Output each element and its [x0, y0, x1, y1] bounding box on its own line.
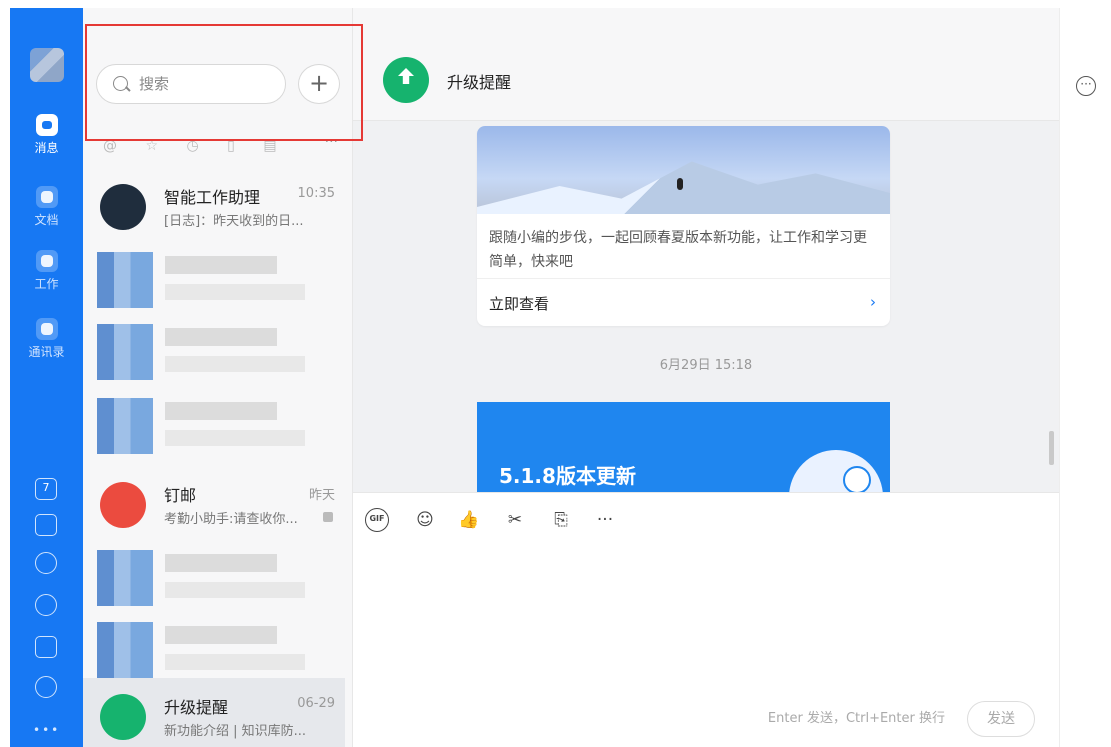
message-composer: GIF ☺ 👍 ✂ ⎘ ··· Enter 发送，Ctrl+Enter 换行 发… — [353, 492, 1059, 747]
chat-area: 升级提醒 跟随小编的步伐，一起回顾春夏版本新功能，让工作和学习更简单，快来吧 立… — [353, 8, 1059, 747]
file-button[interactable]: ⎘ — [549, 508, 573, 532]
nav-label-work: 工作 — [34, 277, 59, 291]
right-panel: ··· — [1059, 8, 1111, 747]
conversation-preview: [日志]：昨天收到的日... — [164, 214, 304, 229]
blurred-conversation[interactable] — [97, 542, 337, 612]
feature-card: 跟随小编的步伐，一起回顾春夏版本新功能，让工作和学习更简单，快来吧 立即查看 › — [477, 126, 890, 326]
like-button[interactable]: 👍 — [457, 508, 481, 532]
blurred-conversation[interactable] — [97, 614, 337, 684]
chat-scrollbar[interactable] — [1049, 431, 1054, 465]
chevron-right-icon: › — [870, 293, 876, 311]
share-icon[interactable] — [35, 676, 57, 698]
lightning-icon[interactable] — [35, 552, 57, 574]
chat-header: 升级提醒 — [353, 8, 1059, 121]
view-now-link[interactable]: 立即查看 › — [477, 278, 890, 326]
send-hint: Enter 发送，Ctrl+Enter 换行 — [767, 711, 945, 726]
send-button[interactable]: 发送 — [967, 701, 1035, 737]
conversation-title: 钉邮 — [164, 486, 197, 505]
mail-avatar — [100, 482, 146, 528]
nav-label-contacts: 通讯录 — [28, 345, 65, 359]
conversation-smart-assistant[interactable]: 智能工作助理 10:35 [日志]：昨天收到的日... — [83, 168, 345, 246]
conversation-preview: 考勤小助手:请查收你... — [164, 512, 298, 527]
assistant-avatar — [100, 184, 146, 230]
screenshot-button[interactable]: ✂ — [503, 508, 527, 532]
nav-item-messages[interactable]: 消息 — [10, 114, 83, 156]
conversation-time: 10:35 — [297, 186, 335, 201]
nav-label-messages: 消息 — [34, 141, 59, 155]
contacts-icon — [35, 318, 58, 340]
calendar-day: 7 — [42, 481, 50, 494]
feature-description: 跟随小编的步伐，一起回顾春夏版本新功能，让工作和学习更简单，快来吧 — [489, 230, 867, 270]
conversation-title: 智能工作助理 — [164, 188, 261, 207]
conversation-preview: 新功能介绍 | 知识库防... — [164, 724, 307, 739]
document-icon — [35, 186, 58, 208]
nav-item-contacts[interactable]: 通讯录 — [10, 318, 83, 360]
work-icon — [35, 250, 58, 272]
conversation-title: 升级提醒 — [164, 698, 229, 717]
chat-title: 升级提醒 — [447, 73, 512, 92]
view-now-label: 立即查看 — [489, 295, 550, 313]
upgrade-avatar — [100, 694, 146, 740]
mail-icon[interactable] — [35, 636, 57, 658]
version-update-title: 5.1.8版本更新 — [499, 464, 636, 488]
conversation-upgrade-reminder[interactable]: 升级提醒 06-29 新功能介绍 | 知识库防... — [83, 678, 345, 747]
blurred-conversation[interactable] — [97, 390, 337, 460]
message-timestamp: 6月29日 15:18 — [659, 358, 753, 373]
nav-item-documents[interactable]: 文档 — [10, 186, 83, 228]
blurred-conversation[interactable] — [97, 316, 337, 386]
user-avatar[interactable] — [30, 48, 64, 82]
chat-more-button[interactable]: ··· — [1076, 76, 1096, 96]
blurred-conversation[interactable] — [97, 244, 337, 314]
conversation-ding-mail[interactable]: 钉邮 昨天 考勤小助手:请查收你... — [83, 466, 345, 544]
message-icon — [35, 114, 58, 136]
more-icon[interactable]: ••• — [33, 723, 60, 737]
filter-toolbar: @ ☆ ◷ ▯ ▤ — [103, 138, 343, 160]
mute-icon — [323, 512, 333, 522]
feature-image — [477, 126, 890, 214]
gif-button[interactable]: GIF — [365, 508, 389, 532]
conversation-time: 06-29 — [297, 696, 335, 711]
shield-icon — [843, 466, 871, 492]
nav-item-work[interactable]: 工作 — [10, 250, 83, 292]
left-navigation-rail: 消息 文档 工作 通讯录 7 ••• — [10, 8, 83, 747]
conversation-time: 昨天 — [308, 488, 335, 503]
call-icon[interactable] — [35, 594, 57, 616]
chat-avatar — [383, 57, 429, 103]
task-icon[interactable] — [35, 514, 57, 536]
app-window: 消息 文档 工作 通讯录 7 ••• — □ × 搜索 + @ ☆ — [0, 0, 1111, 747]
emoji-button[interactable]: ☺ — [413, 508, 437, 532]
nav-label-documents: 文档 — [34, 213, 59, 227]
calendar-icon[interactable]: 7 — [35, 478, 57, 500]
highlight-box — [85, 24, 363, 141]
more-tools-button[interactable]: ··· — [593, 508, 617, 532]
version-update-card[interactable]: 5.1.8版本更新 — [477, 402, 890, 492]
